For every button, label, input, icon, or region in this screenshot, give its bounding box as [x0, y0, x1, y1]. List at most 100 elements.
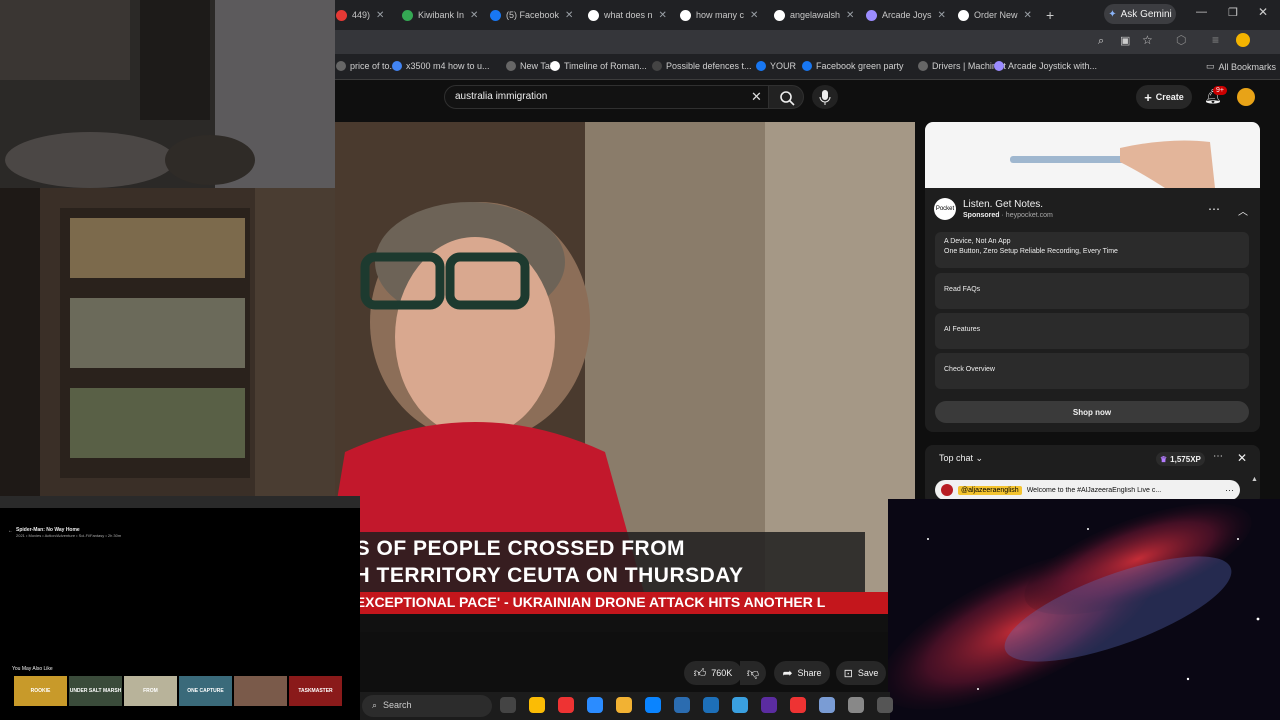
chat-mode-dropdown[interactable]: Top chat ⌄ — [939, 453, 983, 464]
bookmark-item[interactable]: Arcade Joystick with... — [994, 61, 1097, 71]
app-icon[interactable] — [761, 697, 777, 713]
search-button[interactable] — [768, 85, 804, 109]
new-tab-button[interactable]: + — [1046, 7, 1054, 23]
app-icon[interactable] — [558, 697, 574, 713]
more-options-icon[interactable]: ⋯ — [1208, 202, 1220, 216]
close-tab-icon[interactable]: ✕ — [750, 10, 758, 21]
share-button[interactable]: ➦ Share — [774, 661, 830, 685]
menu-icon[interactable]: ≡ — [1212, 33, 1219, 47]
shop-now-button[interactable]: Shop now — [935, 401, 1249, 423]
ad-option-3[interactable]: Check Overview — [935, 353, 1249, 389]
like-button[interactable]: 👍︎ 760K — [684, 661, 742, 685]
close-tab-icon[interactable]: ✕ — [1024, 10, 1032, 21]
task-view-icon[interactable] — [500, 697, 516, 713]
browser-tab[interactable]: Order New ✕ — [958, 4, 1044, 26]
mini-meta: 2021 • Movies • Action/Adventure • Sci-F… — [16, 533, 122, 538]
zoom-icon[interactable]: ⌕ — [1098, 35, 1104, 48]
recommendation-thumb[interactable]: TASKMASTER — [289, 676, 342, 706]
clear-search-icon[interactable]: ✕ — [751, 89, 762, 105]
store-icon[interactable] — [674, 697, 690, 713]
close-window-icon[interactable]: ✕ — [1258, 5, 1268, 19]
bookmark-item[interactable]: New Tab — [506, 61, 555, 71]
share-label: Share — [797, 668, 822, 678]
bookmark-item[interactable]: Possible defences t... — [652, 61, 752, 71]
close-tab-icon[interactable]: ✕ — [659, 10, 667, 21]
pinned-chat-message[interactable]: @aljazeeraenglish Welcome to the #AlJaze… — [935, 480, 1240, 500]
file-explorer-icon[interactable] — [616, 697, 632, 713]
create-label: Create — [1155, 92, 1184, 102]
all-bookmarks-link[interactable]: ▭ All Bookmarks — [1206, 61, 1276, 72]
ad-option-2[interactable]: AI Features — [935, 313, 1249, 349]
close-tab-icon[interactable]: ✕ — [938, 10, 946, 21]
chat-message: Welcome to the #AlJazeeraEnglish Live c.… — [1026, 486, 1162, 494]
edge-icon[interactable] — [645, 697, 661, 713]
recommendation-thumb[interactable] — [234, 676, 287, 706]
close-tab-icon[interactable]: ✕ — [376, 10, 384, 21]
cast-icon[interactable]: ▣ — [1120, 34, 1130, 47]
message-menu-icon[interactable]: ⋯ — [1225, 485, 1234, 496]
xp-badge[interactable]: ♛ 1,575XP — [1156, 452, 1205, 466]
recommendation-thumb[interactable]: ONE CAPTURE — [179, 676, 232, 706]
bookmark-item[interactable]: price of to... — [336, 61, 397, 71]
ask-gemini-button[interactable]: ✦ Ask Gemini — [1104, 4, 1176, 24]
ad-title[interactable]: Listen. Get Notes. — [963, 199, 1043, 210]
mail-icon[interactable] — [703, 697, 719, 713]
close-tab-icon[interactable]: ✕ — [470, 10, 478, 21]
recommendation-thumb[interactable]: FROM — [124, 676, 177, 706]
extensions-icon[interactable]: ⬡ — [1176, 33, 1186, 47]
bookmark-favicon-icon — [506, 61, 516, 71]
scroll-up-icon[interactable]: ▲ — [1251, 476, 1258, 483]
tab-favicon-icon — [588, 9, 599, 21]
save-button[interactable]: ⊡ Save — [836, 661, 886, 685]
browser-tab[interactable]: (5) Facebook ✕ — [490, 4, 576, 26]
app-icon[interactable] — [587, 697, 603, 713]
minimize-icon[interactable]: — — [1196, 6, 1207, 18]
maximize-icon[interactable]: ❐ — [1228, 6, 1238, 19]
app-icon[interactable] — [819, 697, 835, 713]
profile-avatar[interactable] — [1236, 33, 1250, 47]
chrome-icon[interactable] — [529, 697, 545, 713]
bookmark-favicon-icon — [918, 61, 928, 71]
bookmark-star-icon[interactable]: ☆ — [1142, 33, 1153, 47]
app-icon[interactable] — [790, 697, 806, 713]
recommendation-thumb[interactable]: UNDER SALT MARSH — [69, 676, 122, 706]
voice-search-button[interactable] — [812, 85, 838, 109]
thumbs-down-icon: 👎︎ — [746, 665, 760, 680]
webcam-overlay — [0, 0, 335, 188]
browser-tab[interactable]: Arcade Joys ✕ — [866, 4, 952, 26]
app-icon[interactable] — [877, 697, 893, 713]
collapse-icon[interactable]: ︿ — [1238, 203, 1248, 218]
close-tab-icon[interactable]: ✕ — [846, 10, 854, 21]
browser-tab[interactable]: Kiwibank In ✕ — [402, 4, 488, 26]
bookmark-favicon-icon — [652, 61, 662, 71]
recommendation-thumb[interactable]: ROOKIE — [14, 676, 67, 706]
bookmark-item[interactable]: Drivers | Machinist — [918, 61, 1006, 71]
create-button[interactable]: + Create — [1136, 85, 1192, 109]
dislike-button[interactable]: 👎︎ — [740, 661, 766, 685]
bookmark-item[interactable]: Facebook green party — [802, 61, 904, 71]
browser-tab[interactable]: what does n ✕ — [588, 4, 674, 26]
ad-image[interactable] — [925, 122, 1260, 188]
close-chat-icon[interactable]: ✕ — [1237, 451, 1247, 465]
ad-option-1[interactable]: Read FAQs — [935, 273, 1249, 309]
browser-tab[interactable]: how many c ✕ — [680, 4, 766, 26]
tab-label: Kiwibank In — [418, 10, 465, 20]
search-input[interactable]: australia immigration — [444, 85, 772, 109]
tab-label: Arcade Joys — [882, 10, 932, 20]
mini-player-window[interactable]: ← Spider-Man: No Way Home 2021 • Movies … — [0, 496, 360, 720]
tab-label: 449) — [352, 10, 371, 20]
close-tab-icon[interactable]: ✕ — [565, 10, 573, 21]
bookmark-item[interactable]: YOUR — [756, 61, 796, 71]
browser-tab[interactable]: angelawalsh ✕ — [774, 4, 860, 26]
taskbar-search[interactable]: ⌕ Search — [362, 695, 492, 717]
ad-option-0[interactable]: A Device, Not An App One Button, Zero Set… — [935, 232, 1249, 268]
telegram-icon[interactable] — [732, 697, 748, 713]
chat-menu-icon[interactable]: ⋯ — [1213, 451, 1223, 462]
settings-icon[interactable] — [848, 697, 864, 713]
all-bookmarks-label: All Bookmarks — [1218, 61, 1277, 72]
bookmark-favicon-icon — [756, 61, 766, 71]
avatar[interactable] — [1237, 88, 1255, 106]
mini-back-icon[interactable]: ← — [8, 528, 13, 534]
bookmark-item[interactable]: Timeline of Roman... — [550, 61, 647, 71]
bookmark-item[interactable]: x3500 m4 how to u... — [392, 61, 490, 71]
